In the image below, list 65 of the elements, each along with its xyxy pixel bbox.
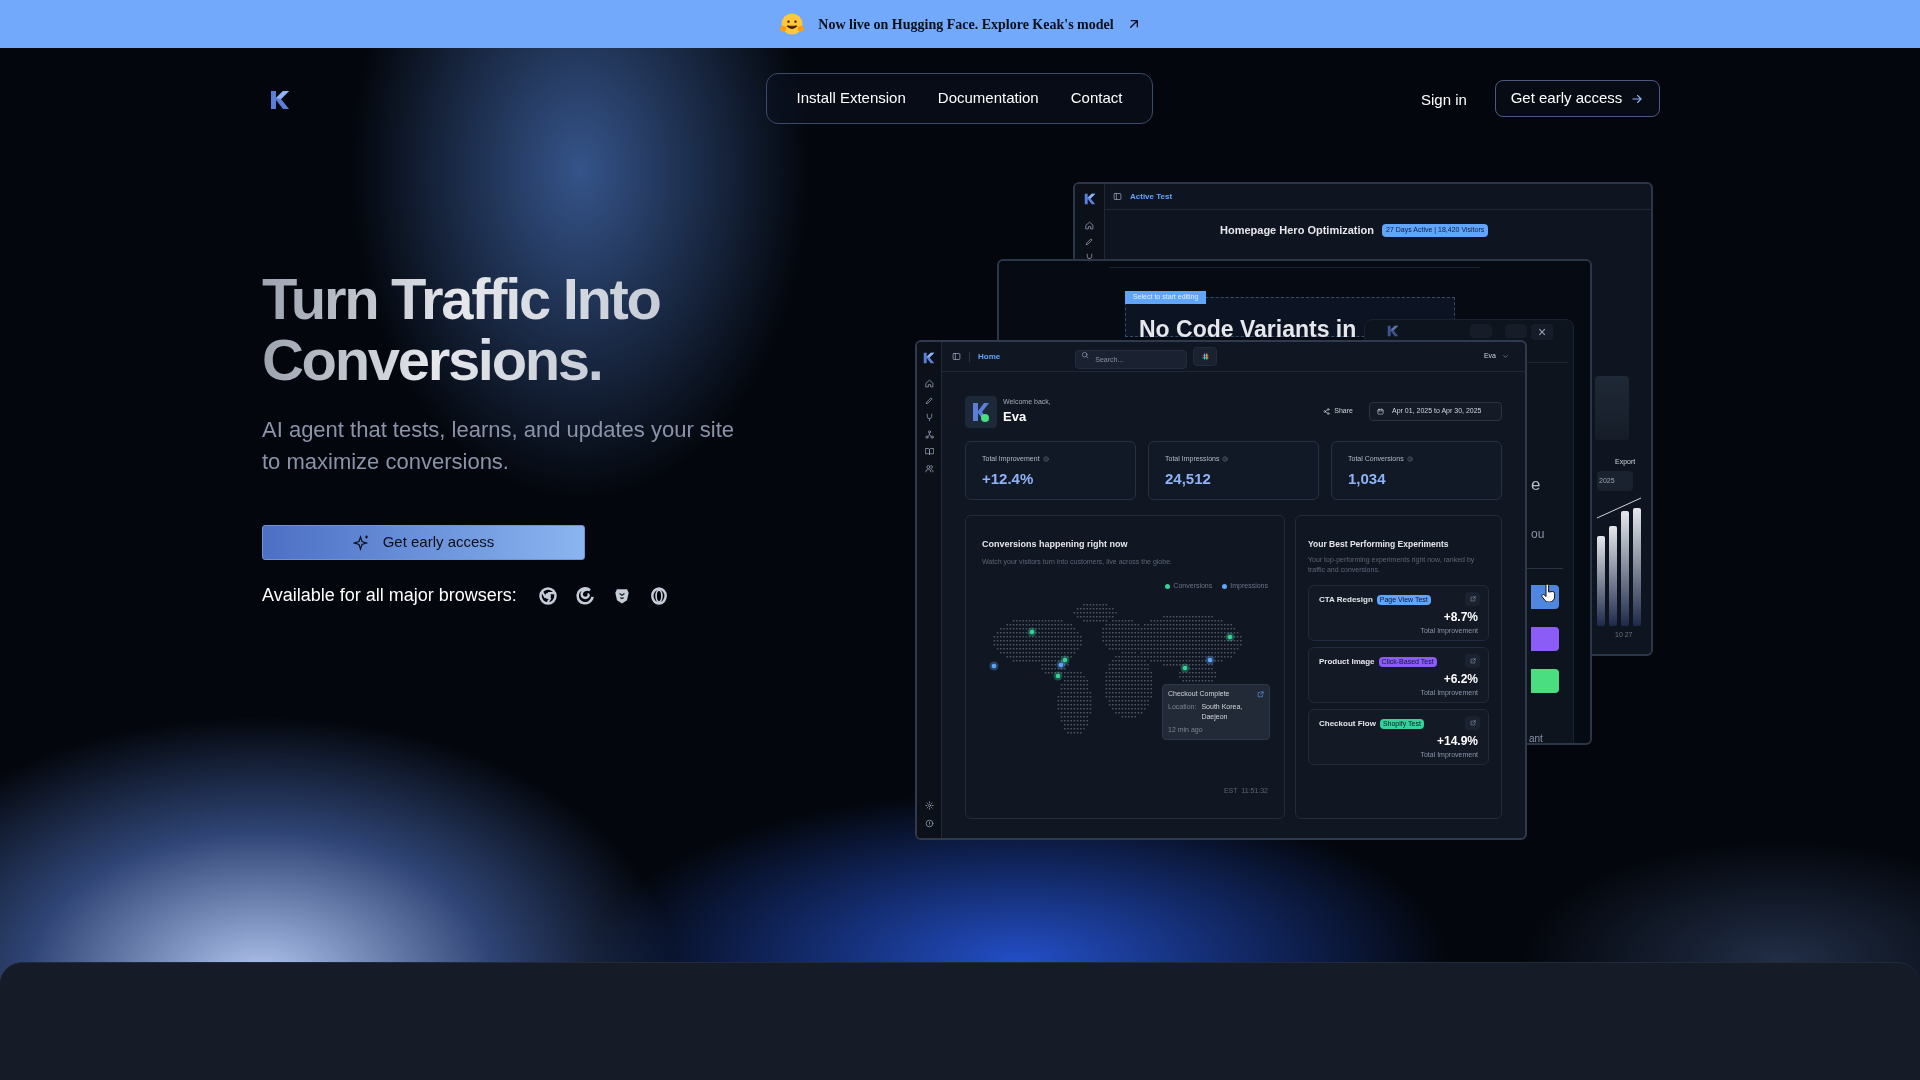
chevron-down-icon[interactable]	[1502, 353, 1509, 360]
close-button[interactable]: ×	[1531, 324, 1553, 340]
stat-value: +12.4%	[982, 468, 1035, 489]
experiment-name: Product Image	[1319, 655, 1375, 668]
external-link-icon[interactable]	[1257, 690, 1264, 698]
panel-text: ant	[1529, 732, 1543, 743]
stat-value: 24,512	[1165, 468, 1212, 489]
experiment-name: CTA Redesign	[1319, 593, 1373, 606]
pencil-icon[interactable]	[924, 396, 934, 405]
home-icon[interactable]	[924, 379, 934, 388]
panel-text: e	[1531, 474, 1541, 496]
get-early-access-button[interactable]: Get early access	[262, 525, 585, 560]
external-link-icon[interactable]	[1469, 595, 1476, 602]
card-title: Conversions happening right now	[982, 538, 1129, 551]
integration-button[interactable]	[1193, 347, 1218, 366]
get-early-access-button[interactable]: Get early access	[1495, 80, 1660, 117]
banner-text: Now live on Hugging Face. Explore Keak's model	[818, 15, 1114, 34]
hash-icon	[1200, 352, 1210, 361]
announcement-banner[interactable]: Now live on Hugging Face. Explore Keak's model	[0, 0, 1920, 48]
stat-value: 1,034	[1348, 468, 1387, 489]
color-swatch[interactable]	[1531, 627, 1559, 651]
external-link-icon[interactable]	[1469, 719, 1476, 726]
external-link-icon[interactable]	[1469, 657, 1476, 664]
sign-in-link[interactable]: Sign in	[1421, 89, 1467, 112]
avatar-icon	[965, 395, 997, 428]
calendar-icon[interactable]	[1377, 408, 1384, 415]
logo-icon[interactable]	[1082, 192, 1097, 206]
open-button[interactable]	[1465, 653, 1480, 668]
book-icon[interactable]	[924, 447, 934, 456]
browser-icon[interactable]	[537, 585, 558, 606]
nav-link[interactable]: Documentation	[937, 87, 1039, 110]
card-title: Your Best Performing Experiments	[1308, 538, 1450, 551]
open-button[interactable]	[1465, 715, 1480, 730]
variant-heading: No Code Variants in	[1139, 315, 1357, 344]
hero-subtitle: AI agent that tests, learns, and updates your site to maximize conversions.	[262, 416, 736, 476]
home-icon[interactable]	[1085, 221, 1094, 230]
search-icon[interactable]	[1081, 350, 1090, 359]
breadcrumb[interactable]: Active Test	[1130, 190, 1173, 203]
pencil-icon[interactable]	[1085, 237, 1094, 246]
settings-icon[interactable]	[924, 801, 934, 810]
browser-icon[interactable]	[648, 585, 669, 606]
panel-text: ou	[1531, 526, 1545, 543]
experiment-value: +6.2%	[1443, 670, 1478, 688]
users-icon[interactable]	[924, 464, 934, 473]
nav-link[interactable]: Install Extension	[796, 87, 906, 110]
breadcrumb[interactable]: Home	[978, 350, 1001, 363]
browsers-label: Available for all major browsers:	[262, 584, 517, 607]
logo-icon[interactable]	[922, 351, 936, 365]
color-swatch[interactable]	[1531, 669, 1559, 693]
logo-icon[interactable]	[1385, 324, 1401, 338]
panel-icon[interactable]	[1113, 192, 1122, 201]
nav-link[interactable]: Contact	[1070, 87, 1123, 110]
share-icon[interactable]	[1323, 408, 1331, 415]
hand-cursor-icon	[1541, 584, 1557, 602]
user-name: Eva	[1003, 408, 1028, 426]
experiment-value: +8.7%	[1443, 608, 1478, 626]
test-title: Homepage Hero Optimization	[1220, 223, 1375, 238]
browser-icon[interactable]	[574, 585, 595, 606]
experiment-value: +14.9%	[1436, 732, 1478, 750]
sparkle-icon	[352, 533, 371, 552]
experiment-name: Checkout Flow	[1319, 717, 1376, 730]
open-button[interactable]	[1465, 591, 1480, 606]
logo-icon[interactable]	[268, 88, 292, 112]
panel-icon[interactable]	[952, 352, 961, 361]
network-icon[interactable]	[924, 430, 934, 439]
